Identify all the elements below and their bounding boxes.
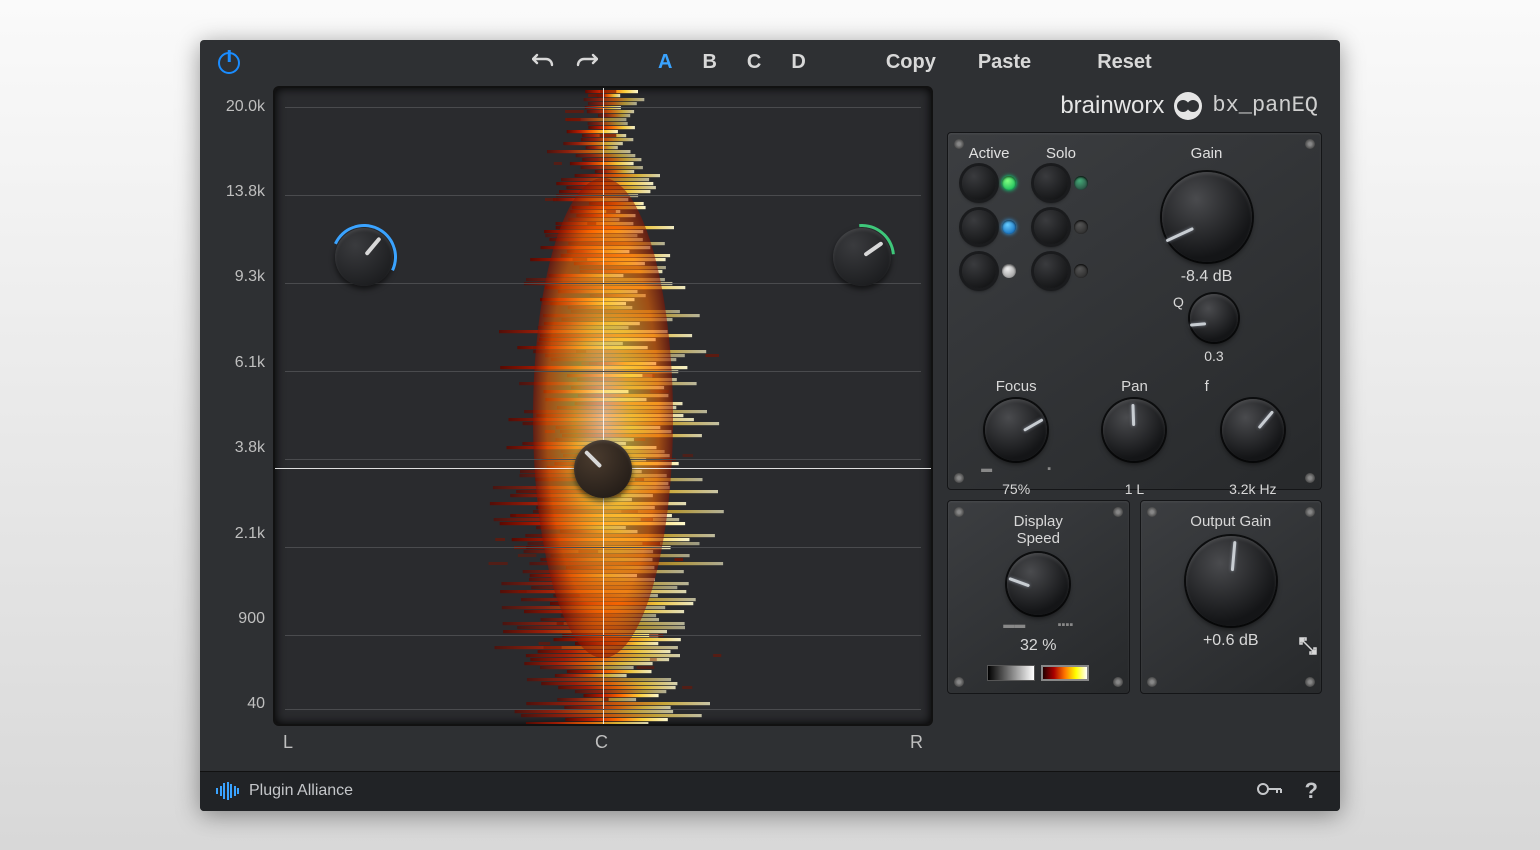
q-value: 0.3 xyxy=(1204,348,1223,364)
gain-header: Gain xyxy=(1191,145,1223,162)
pan-axis: L C R xyxy=(273,726,933,759)
active-header: Active xyxy=(962,145,1016,162)
band1-solo-led xyxy=(1074,176,1088,190)
eq-band-3-node[interactable] xyxy=(574,440,632,498)
focus-value: 75% xyxy=(1002,481,1030,497)
band1-active-button[interactable] xyxy=(962,166,996,200)
brand-name: brainworx xyxy=(1060,92,1164,120)
eq-band-2-node[interactable] xyxy=(833,228,891,286)
freq-value: 3.2k Hz xyxy=(1229,481,1276,497)
product-name: bx_panEQ xyxy=(1212,93,1318,118)
pan-knob[interactable] xyxy=(1103,399,1165,461)
snapshot-a[interactable]: A xyxy=(650,51,680,74)
band2-active-button[interactable] xyxy=(962,210,996,244)
resize-handle[interactable] xyxy=(1298,636,1318,661)
output-panel: Output Gain +0.6 dB xyxy=(1140,500,1323,694)
display-speed-value: 32 % xyxy=(1020,637,1056,655)
top-toolbar: A B C D Copy Paste Reset xyxy=(200,40,1340,86)
plugin-alliance-icon xyxy=(216,782,239,800)
freq-knob[interactable] xyxy=(1222,399,1284,461)
band3-solo-button[interactable] xyxy=(1034,254,1068,288)
display-speed-knob[interactable] xyxy=(1007,553,1069,615)
q-knob[interactable] xyxy=(1190,294,1238,342)
snapshot-c[interactable]: C xyxy=(739,51,769,74)
snapshot-d[interactable]: D xyxy=(783,51,813,74)
pan-label: Pan xyxy=(1121,378,1148,395)
undo-button[interactable] xyxy=(528,51,558,75)
footer-bar: Plugin Alliance ? xyxy=(200,771,1340,811)
key-icon[interactable] xyxy=(1251,780,1289,803)
gain-knob[interactable] xyxy=(1162,172,1252,262)
footer-text: Plugin Alliance xyxy=(249,782,353,800)
yaxis-label: 2.1k xyxy=(218,525,265,543)
display-speed-label: Display Speed xyxy=(1014,513,1063,547)
palette-mono[interactable] xyxy=(987,665,1035,681)
center-line xyxy=(603,88,604,724)
solo-header: Solo xyxy=(1034,145,1088,162)
copy-button[interactable]: Copy xyxy=(872,51,950,74)
yaxis-label: 20.0k xyxy=(218,98,265,116)
band3-solo-led xyxy=(1074,264,1088,278)
xaxis-left: L xyxy=(283,732,293,753)
brainworx-logo-icon xyxy=(1174,92,1202,120)
focus-label: Focus xyxy=(996,378,1037,395)
focus-knob[interactable] xyxy=(985,399,1047,461)
pan-value: 1 L xyxy=(1125,481,1144,497)
xaxis-right: R xyxy=(910,732,923,753)
band3-active-button[interactable] xyxy=(962,254,996,288)
band-panel: Active Solo xyxy=(947,132,1322,490)
power-button[interactable] xyxy=(218,52,240,74)
yaxis-label: 6.1k xyxy=(218,354,265,372)
band2-solo-button[interactable] xyxy=(1034,210,1068,244)
gain-value: -8.4 dB xyxy=(1181,268,1233,286)
snapshot-b[interactable]: B xyxy=(694,51,724,74)
band2-active-led xyxy=(1002,220,1016,234)
freq-label: f xyxy=(1205,378,1209,395)
output-gain-label: Output Gain xyxy=(1190,513,1271,530)
frequency-axis: 20.0k 13.8k 9.3k 6.1k 3.8k 2.1k 900 40 xyxy=(218,86,273,726)
yaxis-label: 3.8k xyxy=(218,439,265,457)
paste-button[interactable]: Paste xyxy=(964,51,1045,74)
redo-button[interactable] xyxy=(572,51,602,75)
q-label: Q xyxy=(1173,294,1184,310)
yaxis-label: 900 xyxy=(218,610,265,628)
band3-active-led xyxy=(1002,264,1016,278)
yaxis-label: 9.3k xyxy=(218,268,265,286)
palette-fire[interactable] xyxy=(1041,665,1089,681)
output-gain-value: +0.6 dB xyxy=(1203,632,1259,650)
yaxis-label: 13.8k xyxy=(218,183,265,201)
brand-header: brainworx bx_panEQ xyxy=(947,86,1322,122)
spectro-pan-display[interactable] xyxy=(273,86,933,726)
band1-solo-button[interactable] xyxy=(1034,166,1068,200)
reset-button[interactable]: Reset xyxy=(1083,51,1165,74)
output-gain-knob[interactable] xyxy=(1186,536,1276,626)
help-icon[interactable]: ? xyxy=(1299,778,1324,804)
xaxis-center: C xyxy=(595,732,608,753)
display-panel: Display Speed ▬▬▪▪▪▪ 32 % xyxy=(947,500,1130,694)
band2-solo-led xyxy=(1074,220,1088,234)
yaxis-label: 40 xyxy=(218,695,265,713)
band1-active-led xyxy=(1002,176,1016,190)
eq-band-1-node[interactable] xyxy=(335,228,393,286)
plugin-window: A B C D Copy Paste Reset 20.0k 13.8k 9.3… xyxy=(200,40,1340,811)
